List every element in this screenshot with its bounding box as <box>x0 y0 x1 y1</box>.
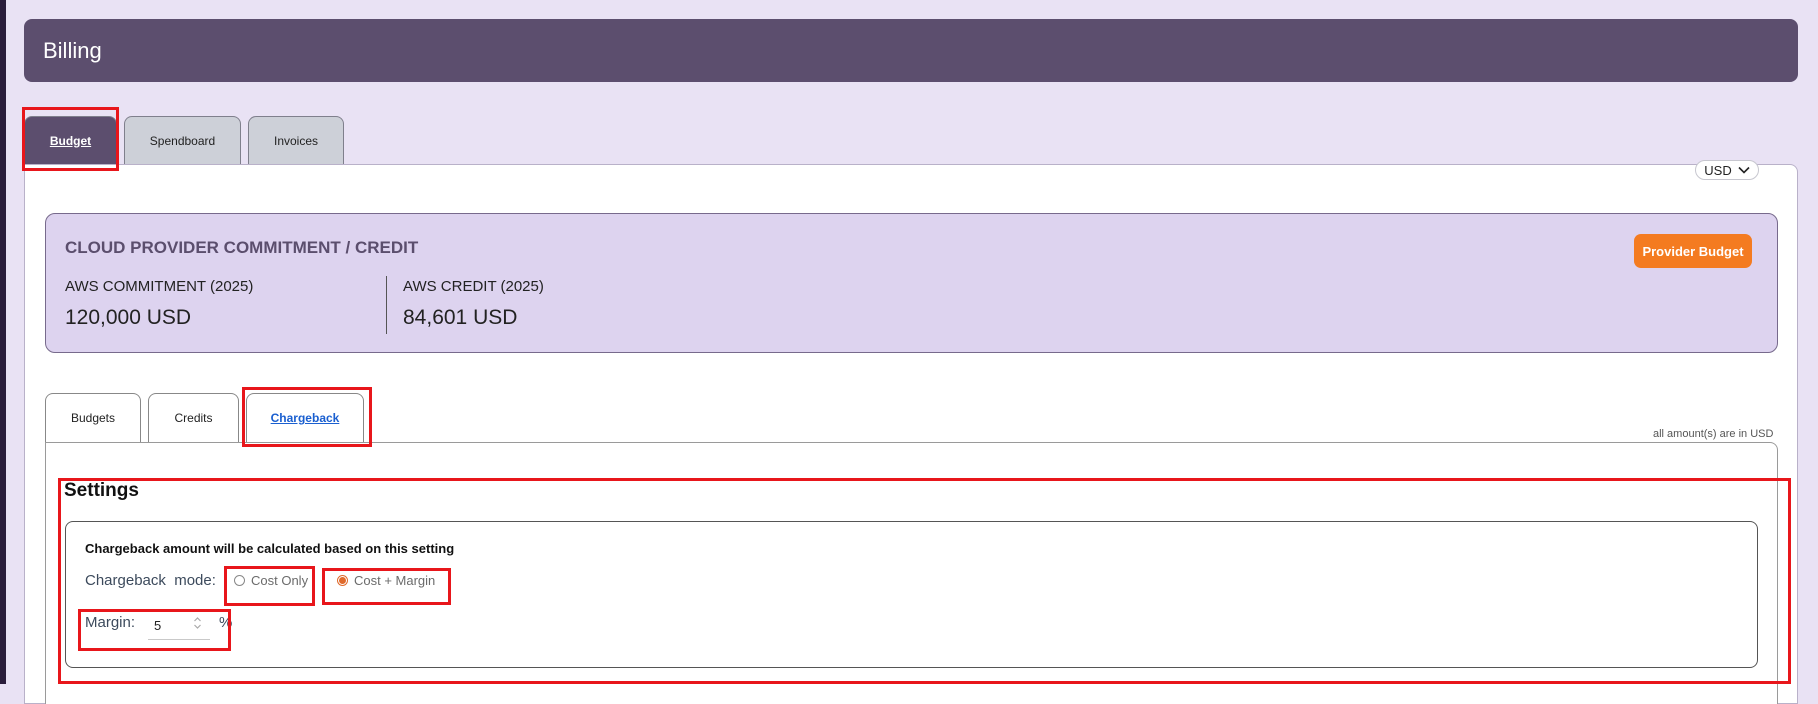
radio-cost-only-circle[interactable] <box>234 575 245 586</box>
chevron-down-icon <box>1738 166 1750 174</box>
margin-input-value: 5 <box>154 618 162 633</box>
tab-spendboard[interactable]: Spendboard <box>124 116 241 164</box>
radio-cost-plus-margin[interactable]: Cost + Margin <box>337 573 435 588</box>
tab-invoices[interactable]: Invoices <box>248 116 344 164</box>
settings-description: Chargeback amount will be calculated bas… <box>85 541 455 556</box>
window-edge <box>0 0 6 684</box>
commitment-credit-card: CLOUD PROVIDER COMMITMENT / CREDIT AWS C… <box>45 213 1778 353</box>
subtab-budgets[interactable]: Budgets <box>45 393 141 442</box>
aws-credit-value: 84,601 USD <box>403 306 518 329</box>
tab-spendboard-label: Spendboard <box>149 133 216 148</box>
commitment-card-title: CLOUD PROVIDER COMMITMENT / CREDIT <box>65 238 419 257</box>
radio-cost-only-label: Cost Only <box>251 573 309 588</box>
subtab-chargeback[interactable]: Chargeback <box>246 393 364 442</box>
radio-cost-plus-margin-label: Cost + Margin <box>354 573 436 588</box>
subtab-credits-label: Credits <box>174 411 213 425</box>
subtab-credits[interactable]: Credits <box>148 393 239 442</box>
page-header: Billing <box>24 19 1798 82</box>
tab-budget[interactable]: Budget <box>24 116 117 164</box>
aws-commitment-label: AWS COMMITMENT (2025) <box>65 278 254 295</box>
margin-label: Margin: <box>85 614 136 631</box>
page-title: Billing <box>43 38 102 63</box>
settings-title: Settings <box>64 480 139 501</box>
aws-commitment-value: 120,000 USD <box>65 306 192 329</box>
subtab-chargeback-label: Chargeback <box>270 411 340 425</box>
tab-invoices-label: Invoices <box>273 133 319 148</box>
provider-budget-button[interactable]: Provider Budget <box>1634 234 1752 268</box>
chargeback-mode-label: Chargeback mode: <box>85 572 216 589</box>
subtab-budgets-label: Budgets <box>70 411 116 425</box>
aws-credit-label: AWS CREDIT (2025) <box>403 278 544 295</box>
card-divider <box>386 276 387 334</box>
amount-currency-note: all amount(s) are in USD <box>1653 428 1774 440</box>
tab-budget-label: Budget <box>49 133 92 148</box>
spinner-arrows-icon[interactable] <box>193 616 202 630</box>
currency-select[interactable]: USD <box>1695 160 1759 180</box>
margin-percent-unit: % <box>219 614 233 631</box>
radio-cost-only[interactable]: Cost Only <box>234 573 308 588</box>
currency-value: USD <box>1704 162 1732 178</box>
radio-cost-plus-margin-circle[interactable] <box>337 575 348 586</box>
